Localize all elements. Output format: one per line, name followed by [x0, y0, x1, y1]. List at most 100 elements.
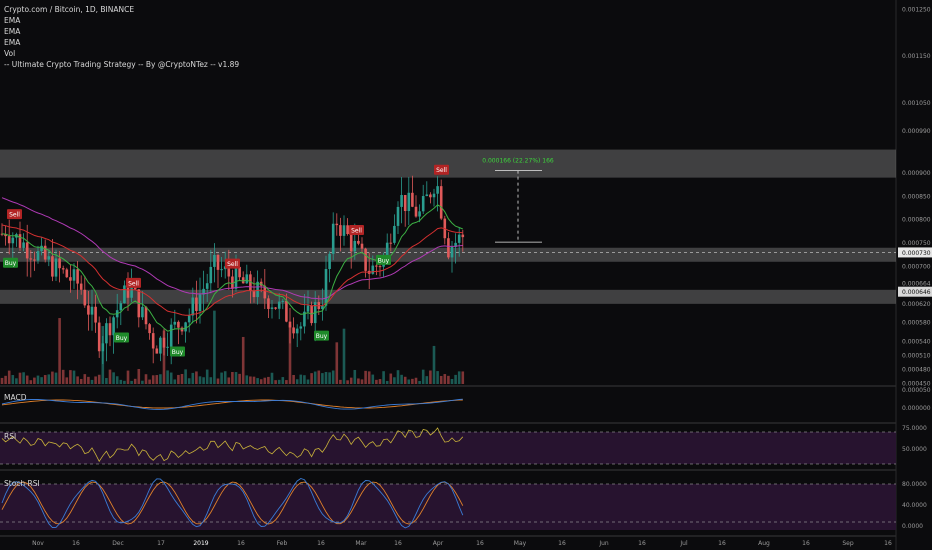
candle-body: [18, 234, 22, 248]
candle-body: [353, 240, 357, 252]
volume-bar: [65, 377, 69, 384]
stoch-tick-label: 40.0000: [902, 502, 927, 509]
time-tick-label: May: [514, 540, 527, 547]
volume-bar: [425, 376, 429, 384]
volume-bar: [97, 374, 101, 384]
time-tick-label: Jul: [679, 540, 688, 547]
sell-signal-label: Sell: [128, 280, 139, 287]
rsi-band: [0, 432, 896, 464]
volume-bar: [58, 318, 61, 384]
volume-bar: [393, 377, 396, 384]
candle-body: [421, 196, 425, 212]
volume-bar: [407, 379, 411, 384]
volume-bar: [25, 375, 29, 384]
candle-body: [371, 265, 375, 274]
indicator-ema-1[interactable]: EMA: [4, 15, 239, 26]
candle-body: [274, 307, 277, 309]
candle-body: [29, 258, 33, 260]
volume-bar: [270, 372, 274, 384]
candle-body: [292, 327, 295, 334]
candle-body: [87, 305, 90, 315]
volume-bar: [123, 380, 126, 384]
volume-bar: [15, 378, 18, 384]
volume-bar: [33, 377, 36, 384]
time-tick-label: 16: [558, 540, 566, 547]
volume-bar: [249, 376, 252, 384]
candle-body: [429, 194, 432, 198]
volume-bar: [353, 369, 357, 384]
volume-bar: [259, 379, 263, 384]
volume-bar: [285, 380, 288, 384]
volume-bar: [105, 378, 108, 384]
candle-body: [425, 194, 429, 197]
rsi-tick-label: 50.0000: [902, 446, 927, 453]
candle-body: [79, 283, 83, 290]
volume-bar: [76, 376, 79, 384]
price-tick-label: 0.000850: [902, 193, 931, 200]
volume-bar: [238, 373, 241, 384]
measure-label: 0.000166 (22.27%) 166: [482, 158, 554, 165]
volume-bar: [414, 377, 418, 384]
candle-body: [97, 322, 101, 352]
candle-body: [407, 192, 411, 212]
chart-canvas[interactable]: 0.001250 0.001150 0.001050 0.000990 0.000900…: [0, 0, 932, 550]
volume-bar: [454, 374, 457, 384]
buy-signal-label: Buy: [116, 335, 128, 342]
candle-body: [7, 236, 11, 244]
volume-bar: [180, 374, 184, 384]
volume-bar: [339, 379, 342, 384]
time-tick-label: Apr: [433, 540, 444, 547]
volume-bar: [213, 310, 216, 384]
indicator-ema-2[interactable]: EMA: [4, 26, 239, 37]
volume-bar: [162, 330, 166, 384]
volume-bar: [4, 375, 7, 384]
volume-bar: [432, 345, 436, 384]
candle-body: [108, 323, 112, 336]
volume-bar: [216, 378, 220, 384]
volume-bar: [22, 372, 25, 384]
candle-body: [83, 289, 87, 306]
price-tick-label: 0.001250: [902, 6, 931, 13]
volume-bar: [256, 378, 259, 384]
volume-bar: [79, 378, 83, 384]
indicator-strategy[interactable]: -- Ultimate Crypto Trading Strategy -- B…: [4, 59, 239, 70]
volume-bar: [108, 369, 112, 384]
volume-bar: [321, 373, 324, 384]
volume-bar: [205, 369, 209, 384]
rsi-tick-label: 75.0000: [902, 425, 927, 432]
indicator-ema-3[interactable]: EMA: [4, 37, 239, 48]
candle-body: [450, 246, 454, 258]
candle-body: [357, 240, 360, 244]
time-tick-label: 16: [802, 540, 810, 547]
volume-bar: [151, 375, 155, 384]
volume-bar: [375, 379, 378, 384]
volume-bar: [198, 376, 202, 384]
volume-bar: [220, 372, 223, 384]
volume-bar: [40, 377, 43, 384]
candle-body: [43, 245, 47, 260]
volume-bar: [241, 336, 245, 384]
volume-bar: [295, 379, 299, 384]
candle-body: [177, 321, 180, 328]
volume-bar: [299, 374, 303, 384]
indicator-volume[interactable]: Vol: [4, 48, 239, 59]
time-tick-label: 16: [72, 540, 80, 547]
price-tick-label: 0.000700: [902, 263, 931, 270]
volume-bar: [306, 379, 310, 384]
candle-body: [25, 242, 29, 259]
volume-bar: [227, 377, 231, 384]
candle-body: [159, 337, 162, 354]
time-tick-label: 16: [476, 540, 484, 547]
macd-title: MACD: [4, 393, 27, 402]
volume-bar: [411, 378, 414, 384]
volume-bar: [51, 371, 54, 384]
volume-bar: [72, 370, 76, 384]
candle-body: [418, 211, 421, 217]
candle-body: [11, 237, 15, 244]
volume-bar: [360, 379, 364, 384]
buy-signal-label: Buy: [316, 333, 328, 340]
volume-bar: [173, 379, 177, 384]
volume-bar: [126, 370, 130, 384]
candle-body: [105, 323, 108, 344]
buy-signal-label: Buy: [172, 349, 184, 356]
